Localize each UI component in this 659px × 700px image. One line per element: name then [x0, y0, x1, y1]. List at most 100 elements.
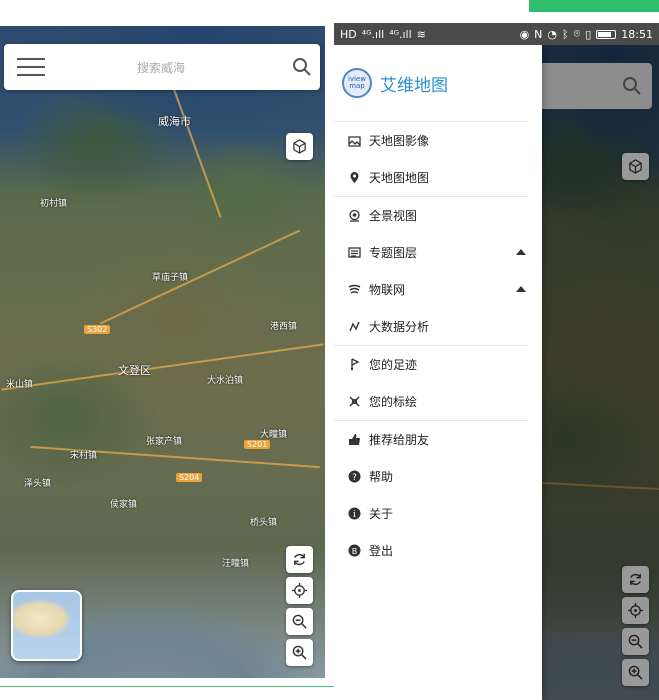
- map-place-label: 文登区: [118, 364, 151, 377]
- zoom-in-button[interactable]: [286, 639, 313, 666]
- menu-item-label: 天地图地图: [369, 171, 430, 185]
- help-icon: ?: [347, 470, 361, 484]
- panorama-icon: [347, 209, 361, 223]
- expand-caret-icon[interactable]: [516, 249, 526, 255]
- search-icon: [623, 77, 641, 95]
- eye-icon: ◉: [519, 27, 530, 41]
- refresh-icon: [630, 573, 641, 586]
- menu-item[interactable]: 物联网: [334, 271, 528, 308]
- map-place-label: 侯家镇: [110, 500, 138, 510]
- drawer-header: iview map 艾维地图: [334, 45, 528, 122]
- thumbs-up-icon: [347, 433, 361, 447]
- search-icon[interactable]: [284, 44, 320, 90]
- info-icon: i: [347, 507, 361, 521]
- menu-item[interactable]: 天地图影像: [334, 122, 528, 159]
- menu-item-label: 登出: [369, 544, 394, 558]
- menu-item[interactable]: B 登出: [334, 532, 528, 569]
- vibrate-icon: ▯: [585, 27, 592, 41]
- zoom-out-button[interactable]: [286, 608, 313, 635]
- draw-icon: [347, 395, 361, 409]
- map-place-label: 港西镇: [270, 322, 298, 332]
- footprint-icon: [347, 358, 361, 372]
- app-logo: iview map: [342, 68, 372, 98]
- map-place-label: 米山镇: [6, 380, 34, 390]
- locate-button[interactable]: [622, 597, 649, 624]
- battery-icon: [262, 10, 283, 20]
- zoom-in-button[interactable]: [622, 659, 649, 686]
- navigation-drawer: iview map 艾维地图 天地图影像天地图地图全景视图 专题图层物联网大数据分…: [334, 45, 542, 700]
- layers-icon: [347, 246, 361, 260]
- map-place-label: 桥头镇: [250, 518, 278, 528]
- menu-item[interactable]: 您的足迹: [334, 346, 528, 383]
- status-bar: HD ⁴ᴳ.ıll ⁴ᴳ.ıll ≋ ◉ N ◔ ᛒ ⌾ ▯ 18:51: [0, 4, 325, 26]
- logo-text: map: [349, 82, 365, 90]
- menu-group: 推荐给朋友 ? 帮助 i 关于 B 登出: [334, 421, 528, 569]
- refresh-button[interactable]: [286, 546, 313, 573]
- nfc-icon: N: [534, 27, 543, 41]
- location-icon: ⌾: [239, 8, 247, 21]
- cube-icon: [629, 159, 642, 174]
- menu-item[interactable]: 大数据分析: [334, 308, 528, 345]
- menu-group: 天地图影像天地图地图: [334, 122, 528, 197]
- menu-item[interactable]: 您的标绘: [334, 383, 528, 420]
- map-pin-icon: [347, 171, 361, 185]
- svg-text:B: B: [351, 547, 357, 556]
- map-place-label: 初村镇: [40, 199, 68, 209]
- zoom-in-icon: [628, 665, 643, 680]
- menu-item-label: 您的标绘: [369, 395, 418, 409]
- map-place-label: 大水泊镇: [207, 376, 244, 386]
- search-input[interactable]: 搜索威海: [48, 59, 284, 76]
- hd-icon: HD: [6, 8, 23, 22]
- map-place-label: 宋村镇: [70, 451, 98, 461]
- location-icon: ⌾: [573, 27, 581, 40]
- crosshair-icon: [628, 603, 643, 618]
- signal-icon: ⁴ᴳ.ıll: [361, 27, 385, 41]
- dimmed-search-bar: [542, 63, 652, 109]
- satellite-map[interactable]: 威海市 初村镇 草庙子镇 文登区 大水泊镇 米山镇 泽头镇 张家产镇 侯家镇 宋村镇 港西镇 桥头镇 大…: [0, 26, 325, 678]
- signal-icon: ⁴ᴳ.ıll: [55, 8, 78, 22]
- bluetooth-icon: ᛒ: [228, 8, 235, 22]
- zoom-out-icon: [292, 614, 307, 629]
- cube-icon: [293, 139, 306, 154]
- zoom-out-icon: [628, 634, 643, 649]
- overview-minimap[interactable]: [11, 590, 82, 661]
- menu-item[interactable]: ? 帮助: [334, 458, 528, 495]
- 3d-view-button[interactable]: [286, 133, 313, 160]
- menu-item-label: 物联网: [369, 283, 406, 297]
- signal-icon: ⁴ᴳ.ıll: [27, 8, 51, 22]
- wifi-icon: ≋: [82, 8, 92, 22]
- menu-item[interactable]: 天地图地图: [334, 159, 528, 196]
- map-place-label: 汪疃镇: [222, 559, 250, 569]
- image-map-icon: [347, 134, 361, 148]
- 3d-view-button[interactable]: [622, 153, 649, 180]
- menu-item-label: 推荐给朋友: [369, 433, 430, 447]
- left-screen: 威海市 初村镇 草庙子镇 文登区 大水泊镇 米山镇 泽头镇 张家产镇 侯家镇 宋村镇 港西镇 桥头镇 大…: [0, 0, 325, 678]
- expand-caret-icon[interactable]: [516, 286, 526, 292]
- nfc-icon: N: [200, 8, 209, 22]
- zoom-out-button[interactable]: [622, 628, 649, 655]
- map-place-label: 张家产镇: [146, 437, 183, 447]
- hd-icon: HD: [340, 27, 357, 41]
- signal-icon: ⁴ᴳ.ıll: [389, 27, 412, 41]
- bluetooth-icon: ᛒ: [562, 27, 569, 41]
- svg-text:?: ?: [352, 473, 357, 483]
- menu-item[interactable]: 全景视图: [334, 197, 528, 234]
- wifi-icon: ≋: [416, 27, 426, 41]
- svg-text:i: i: [353, 510, 356, 520]
- menu-group: 全景视图 专题图层物联网大数据分析: [334, 197, 528, 346]
- menu-icon[interactable]: [4, 44, 48, 90]
- map-place-label: 泽头镇: [24, 479, 52, 489]
- vibrate-icon: ▯: [251, 8, 258, 22]
- right-screen: HD ⁴ᴳ.ıll ⁴ᴳ.ıll ≋ ◉ N ◔ ᛒ ⌾ ▯ 18:51 ivi: [334, 0, 659, 700]
- refresh-icon: [294, 553, 305, 566]
- map-place-label: 大疃镇: [260, 430, 288, 440]
- menu-item[interactable]: 推荐给朋友: [334, 421, 528, 458]
- drawer-menu: 天地图影像天地图地图全景视图 专题图层物联网大数据分析 您的足迹您的标绘推荐给朋友?…: [334, 122, 542, 569]
- refresh-button[interactable]: [622, 566, 649, 593]
- app-root: 威海市 初村镇 草庙子镇 文登区 大水泊镇 米山镇 泽头镇 张家产镇 侯家镇 宋村镇 港西镇 桥头镇 大…: [0, 0, 659, 700]
- locate-button[interactable]: [286, 577, 313, 604]
- menu-group: 您的足迹您的标绘: [334, 346, 528, 421]
- app-title: 艾维地图: [380, 75, 448, 96]
- menu-item[interactable]: i 关于: [334, 495, 528, 532]
- menu-item[interactable]: 专题图层: [334, 234, 528, 271]
